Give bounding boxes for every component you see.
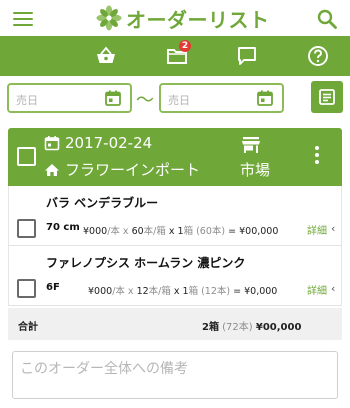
search-icon[interactable] <box>316 8 338 30</box>
item-equals: = <box>225 226 240 237</box>
item-calculation: ¥000/本 x 12本/箱 x 1箱 (12本) = ¥0,000 <box>88 283 277 297</box>
item-multiplier: x <box>165 226 178 237</box>
item-subtotal: ¥00,000 <box>239 226 279 237</box>
date-from-placeholder: 売日 <box>16 94 38 107</box>
list-item: バラ ベンデラブルー 70 cm ¥000/本 x 60本/箱 x 1箱 (60… <box>8 186 342 246</box>
item-checkbox[interactable] <box>17 219 36 238</box>
total-amount: ¥00,000 <box>255 322 302 333</box>
order-supplier: フラワーインポート <box>65 161 201 179</box>
item-per-box-unit: 本/箱 <box>148 286 171 297</box>
item-subtotal: ¥0,000 <box>244 286 278 297</box>
chat-button[interactable] <box>227 36 267 76</box>
total-boxes: 2 <box>202 322 209 333</box>
store-icon <box>242 137 260 153</box>
item-size: 6F <box>46 282 60 293</box>
item-size: 70 cm <box>46 222 80 233</box>
date-filter-row: 売日 〜 売日 <box>0 76 350 122</box>
order-date: 2017-02-24 <box>65 134 153 152</box>
basket-icon <box>97 46 115 63</box>
item-detail-link[interactable]: 詳細 <box>307 282 327 297</box>
more-options-icon[interactable] <box>315 146 321 166</box>
chevron-left-icon[interactable]: ‹ <box>331 222 335 235</box>
note-button[interactable] <box>311 81 343 113</box>
help-icon <box>308 46 328 66</box>
help-button[interactable] <box>298 36 338 76</box>
total-stems: (72本) <box>218 322 256 333</box>
item-price-unit: /本 x <box>112 286 137 297</box>
calendar-icon <box>44 136 60 151</box>
home-icon <box>45 163 59 176</box>
folder-button[interactable]: 2 <box>157 36 197 76</box>
app-title: オーダーリスト <box>126 7 270 32</box>
date-to-placeholder: 売日 <box>168 94 190 107</box>
flower-logo-icon <box>96 5 122 31</box>
item-price-unit: /本 x <box>107 226 132 237</box>
calendar-icon[interactable] <box>256 89 274 107</box>
date-range-separator: 〜 <box>136 90 154 111</box>
item-per-box: 12 <box>136 286 149 297</box>
order-checkbox[interactable] <box>17 147 36 166</box>
order-supplier-row: フラワーインポート <box>44 159 200 180</box>
item-name: バラ ベンデラブルー <box>46 196 159 210</box>
item-checkbox[interactable] <box>17 279 36 298</box>
order-market: 市場 <box>240 161 271 179</box>
date-to-field[interactable]: 売日 <box>159 83 284 113</box>
item-per-box: 60 <box>131 226 144 237</box>
item-multiplier: x <box>170 286 183 297</box>
item-boxes-unit: 箱 (60本) <box>183 226 226 237</box>
item-per-box-unit: 本/箱 <box>143 226 166 237</box>
item-boxes-unit: 箱 (12本) <box>188 286 231 297</box>
item-price: ¥000 <box>88 286 113 297</box>
basket-button[interactable] <box>86 36 126 76</box>
order-header: 2017-02-24 フラワーインポート 市場 <box>8 128 342 186</box>
order-total-row: 合計 2箱 (72本) ¥00,000 <box>8 308 342 340</box>
item-price: ¥000 <box>83 226 108 237</box>
app-logo: オーダーリスト <box>96 5 270 32</box>
item-equals: = <box>230 286 245 297</box>
note-icon <box>319 89 335 105</box>
total-value: 2箱 (72本) ¥00,000 <box>202 318 301 333</box>
memo-placeholder: このオーダー全体への備考 <box>20 361 188 377</box>
app-header: オーダーリスト <box>0 0 350 36</box>
total-label: 合計 <box>18 322 38 333</box>
order-memo-field[interactable]: このオーダー全体への備考 <box>12 351 338 399</box>
list-item: ファレノプシス ホームラン 濃ピンク 6F ¥000/本 x 12本/箱 x 1… <box>8 246 342 306</box>
order-date-row: 2017-02-24 <box>44 134 152 152</box>
hamburger-icon[interactable] <box>13 12 33 26</box>
date-from-field[interactable]: 売日 <box>7 83 132 113</box>
calendar-icon[interactable] <box>104 89 122 107</box>
item-calculation: ¥000/本 x 60本/箱 x 1箱 (60本) = ¥00,000 <box>83 223 278 237</box>
toolbar: 2 <box>0 36 350 76</box>
item-detail-link[interactable]: 詳細 <box>307 222 327 237</box>
chevron-left-icon[interactable]: ‹ <box>331 282 335 295</box>
item-name: ファレノプシス ホームラン 濃ピンク <box>46 256 246 270</box>
folder-badge: 2 <box>179 40 191 52</box>
chat-icon <box>238 47 256 65</box>
total-boxes-unit: 箱 <box>208 322 219 333</box>
